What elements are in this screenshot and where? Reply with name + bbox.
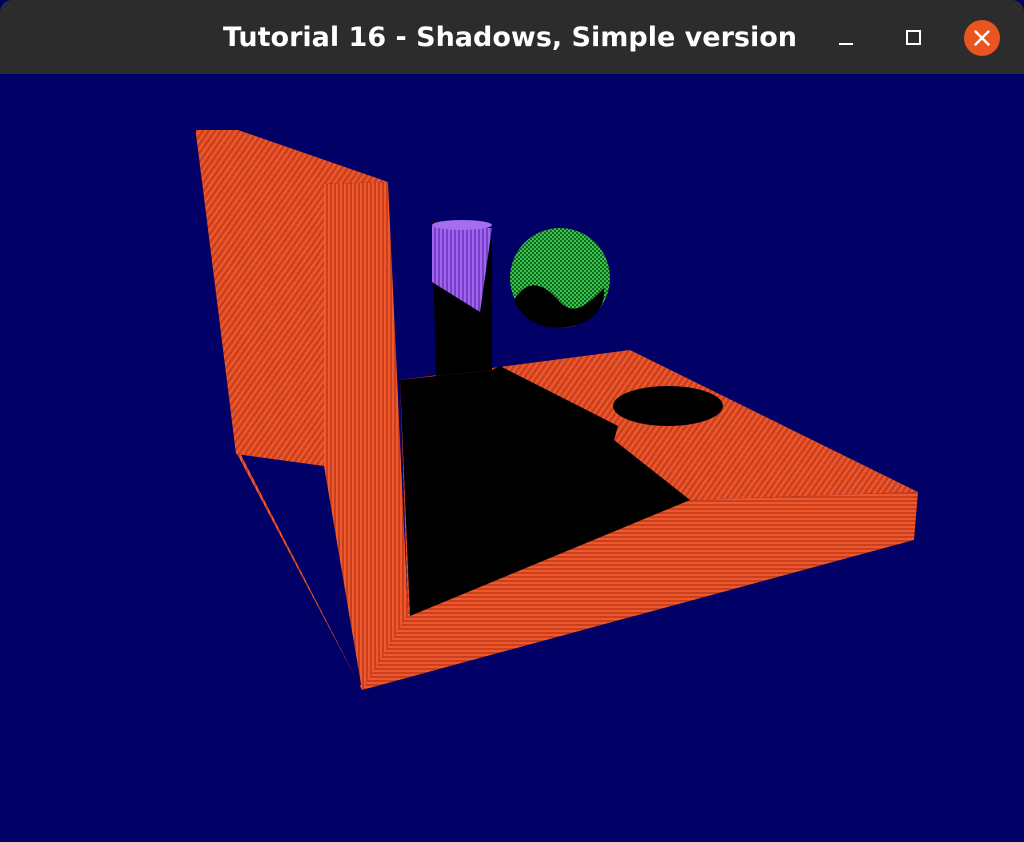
close-button[interactable] [964, 20, 1000, 56]
scene-canvas [0, 74, 1024, 842]
title-bar[interactable]: Tutorial 16 - Shadows, Simple version [0, 0, 1024, 74]
application-window: Tutorial 16 - Shadows, Simple version [0, 0, 1024, 842]
cylinder-top [432, 220, 492, 230]
window-title: Tutorial 16 - Shadows, Simple version [222, 22, 798, 53]
minimize-icon [839, 43, 853, 45]
close-icon [964, 20, 1000, 56]
maximize-icon [906, 30, 921, 45]
minimize-button[interactable] [828, 20, 864, 56]
render-viewport[interactable] [0, 74, 1024, 842]
maximize-button[interactable] [896, 20, 932, 56]
sphere-shadow [613, 386, 723, 426]
